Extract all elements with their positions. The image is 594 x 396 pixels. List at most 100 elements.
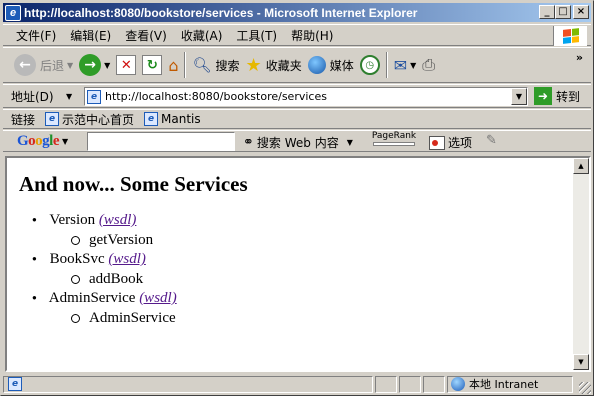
menu-favorites[interactable]: 收藏(A): [174, 25, 230, 46]
menu-view[interactable]: 查看(V): [118, 25, 174, 46]
intranet-globe-icon: [451, 377, 465, 391]
service-item-adminservice: AdminService (wsdl): [47, 289, 561, 309]
options-label: 选项: [448, 136, 473, 150]
page-icon: e: [45, 112, 60, 126]
go-arrow-icon: ➜: [534, 87, 552, 105]
service-item-version: Version (wsdl): [47, 211, 561, 231]
link-mantis[interactable]: e Mantis: [142, 112, 201, 126]
toolbar-separator: [385, 52, 388, 78]
title-bar[interactable]: e http://localhost:8080/bookstore/servic…: [3, 3, 591, 22]
forward-icon: →: [79, 54, 102, 76]
service-name: AdminService: [48, 290, 136, 306]
windows-flag-icon: [562, 28, 579, 44]
back-label: 后退: [40, 58, 65, 73]
operation-item: addBook: [47, 270, 561, 289]
menu-help[interactable]: 帮助(H): [284, 25, 340, 46]
operation-name: getVersion: [89, 232, 154, 248]
toolbar-separator: [184, 52, 187, 78]
search-label: 搜索: [215, 58, 240, 73]
forward-button[interactable]: → ▼: [76, 50, 113, 80]
favorites-label: 收藏夹: [265, 58, 302, 73]
operation-item: getVersion: [47, 231, 561, 250]
google-search-input[interactable]: [87, 132, 235, 151]
back-icon: ←: [14, 54, 36, 76]
mail-dropdown-icon[interactable]: ▼: [410, 61, 416, 70]
go-label: 转到: [556, 89, 581, 104]
media-button[interactable]: 媒体: [305, 50, 357, 80]
links-bar: 链接 e 示范中心首页 e Mantis: [3, 109, 591, 129]
highlighter-icon[interactable]: ✎: [486, 133, 497, 148]
google-options-button[interactable]: 选项: [429, 134, 472, 151]
resize-grip[interactable]: [579, 382, 591, 394]
favorites-button[interactable]: ★ 收藏夹: [243, 50, 305, 80]
address-label-dropdown-icon[interactable]: ▼: [66, 92, 72, 101]
pagerank-label: PageRank: [371, 131, 417, 141]
toolbar-chevron[interactable]: »: [576, 51, 583, 64]
service-name: Version: [49, 212, 96, 228]
status-pane: [399, 375, 421, 393]
google-logo[interactable]: Google: [17, 133, 60, 150]
wsdl-link-adminservice[interactable]: (wsdl): [139, 290, 177, 306]
window-controls: _ □ ×: [539, 5, 589, 19]
page-icon: e: [144, 112, 159, 126]
history-button[interactable]: ◷: [357, 50, 383, 80]
forward-dropdown-icon[interactable]: ▼: [104, 61, 110, 70]
stop-icon: ✕: [116, 55, 137, 75]
link-label: 示范中心首页: [62, 112, 135, 127]
menu-tools[interactable]: 工具(T): [229, 25, 284, 46]
home-button[interactable]: ⌂: [165, 50, 181, 80]
print-icon: ⎙: [422, 55, 436, 74]
menu-edit[interactable]: 编辑(E): [63, 25, 118, 46]
operation-name: addBook: [89, 271, 144, 287]
minimize-button[interactable]: _: [539, 5, 555, 19]
page-content: And now... Some Services Version (wsdl) …: [7, 158, 573, 370]
status-pane: [423, 375, 445, 393]
link-demo-center-home[interactable]: e 示范中心首页: [43, 111, 134, 128]
history-icon: ◷: [359, 55, 380, 75]
media-icon: [307, 56, 326, 74]
scroll-down-icon[interactable]: ▼: [573, 354, 589, 370]
menu-file[interactable]: 文件(F): [9, 25, 63, 46]
google-search-web-button[interactable]: ⚭ 搜索 Web 内容 ▼: [243, 134, 353, 151]
security-zone-pane[interactable]: 本地 Intranet: [447, 375, 573, 393]
go-button[interactable]: ➜ 转到: [534, 87, 580, 105]
services-list: Version (wsdl) getVersion BookSvc (wsdl)…: [19, 211, 561, 328]
mail-button[interactable]: ✉ ▼: [391, 50, 420, 80]
google-toolbar: Google ▼ ⚭ 搜索 Web 内容 ▼ PageRank 选项 ✎: [3, 130, 591, 152]
google-menu-dropdown-icon[interactable]: ▼: [62, 137, 68, 146]
home-icon: ⌂: [168, 55, 179, 75]
ie-icon: e: [5, 4, 21, 21]
browser-window: e http://localhost:8080/bookstore/servic…: [0, 0, 594, 396]
media-label: 媒体: [329, 58, 354, 73]
pagerank-meter[interactable]: PageRank: [371, 132, 417, 150]
search-button[interactable]: 🔍︎ 搜索: [189, 50, 242, 80]
scroll-up-icon[interactable]: ▲: [573, 158, 589, 174]
address-input[interactable]: e http://localhost:8080/bookstore/servic…: [84, 87, 528, 106]
print-button[interactable]: ⎙: [419, 50, 438, 80]
operation-name: AdminService: [89, 310, 176, 326]
zone-label: 本地 Intranet: [469, 378, 539, 391]
address-dropdown-icon[interactable]: ▼: [511, 88, 527, 105]
search-icon: 🔍︎: [192, 56, 212, 74]
address-bar: 地址(D) ▼ e http://localhost:8080/bookstor…: [3, 84, 591, 108]
operation-item: AdminService: [47, 309, 561, 328]
vertical-scrollbar[interactable]: ▲ ▼: [573, 158, 589, 370]
address-url: http://localhost:8080/bookstore/services: [105, 90, 327, 103]
wsdl-link-version[interactable]: (wsdl): [99, 212, 137, 228]
back-dropdown-icon[interactable]: ▼: [67, 61, 73, 70]
page-heading: And now... Some Services: [19, 172, 248, 196]
wsdl-link-booksvc[interactable]: (wsdl): [108, 251, 146, 267]
standard-toolbar: ← 后退 ▼ → ▼ ✕ ↻ ⌂ 🔍︎ 搜索 ★ 收藏夹 媒体 ◷ ✉ ▼ ⎙ …: [3, 47, 591, 83]
page-status-icon: e: [8, 377, 22, 391]
search-web-dropdown-icon[interactable]: ▼: [347, 138, 353, 147]
search-web-label: 搜索 Web 内容: [256, 136, 339, 150]
options-icon: [429, 135, 445, 150]
refresh-button[interactable]: ↻: [139, 50, 165, 80]
page-viewport: And now... Some Services Version (wsdl) …: [5, 156, 591, 372]
status-pane: [375, 375, 397, 393]
back-button[interactable]: ← 后退 ▼: [11, 50, 76, 80]
close-button[interactable]: ×: [573, 5, 589, 19]
maximize-button[interactable]: □: [555, 5, 571, 19]
status-message-pane: e: [3, 375, 373, 393]
stop-button[interactable]: ✕: [113, 50, 139, 80]
